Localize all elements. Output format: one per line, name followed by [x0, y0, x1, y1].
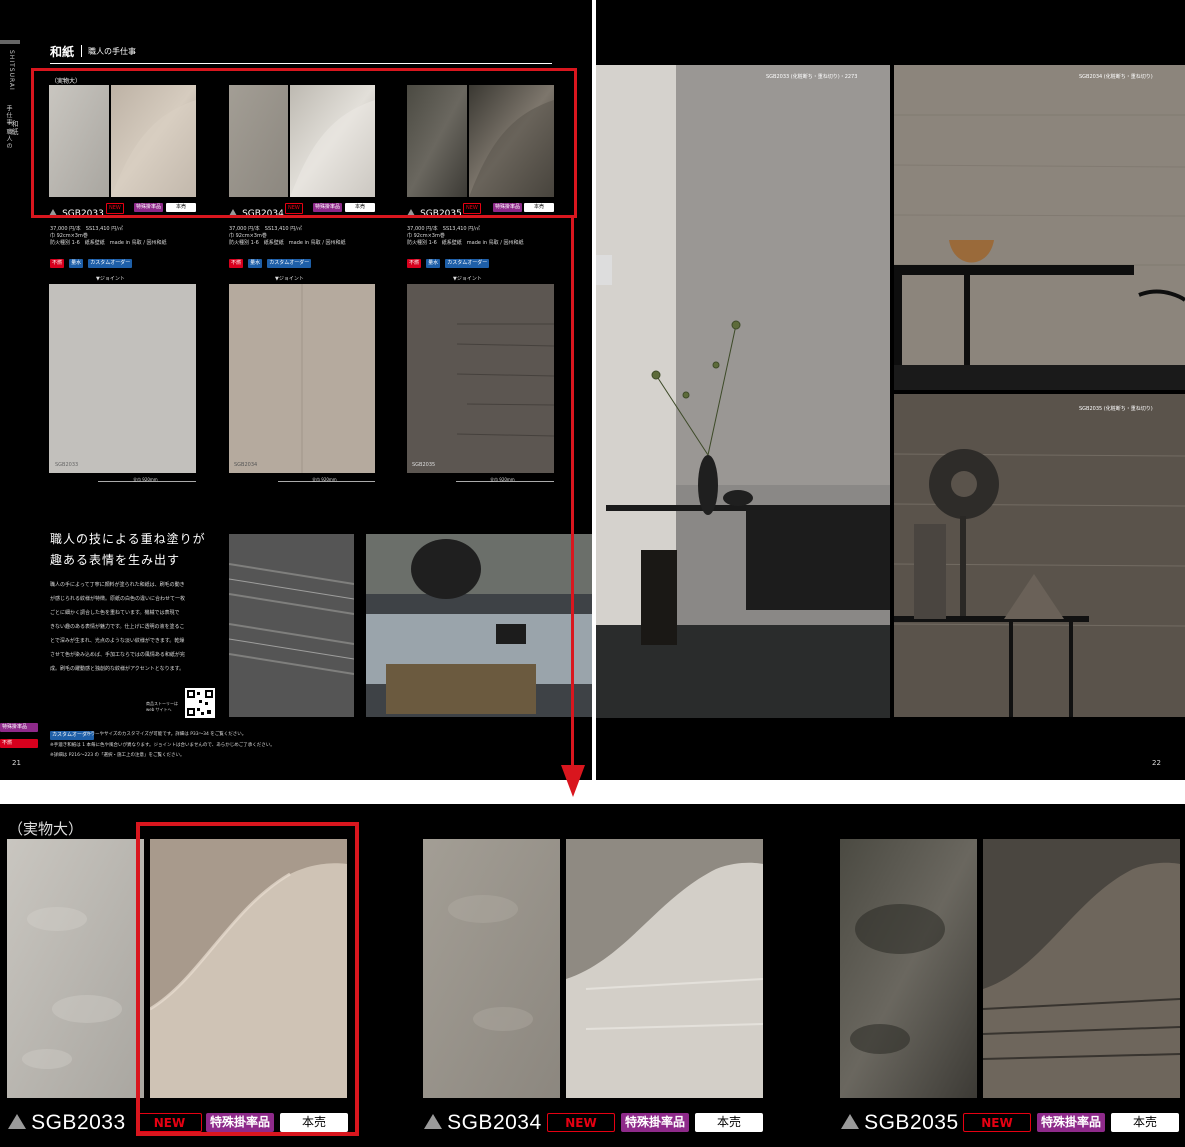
zoom-swatch-sgb2034-flat: [423, 839, 560, 1098]
tag-fire: 不燃: [50, 259, 65, 268]
zoom-product-label-sgb2035: SGB2035: [841, 1111, 959, 1135]
zoom-special-rate-badge: 特殊掛率品: [621, 1113, 689, 1132]
scale-label: 全巾 920mm: [312, 477, 337, 482]
header-divider: [81, 45, 82, 57]
zoomed-detail-panel: （実物大） SGB2033 NEW 特殊掛率品 本売 SGB2034 NEW 特…: [0, 804, 1185, 1147]
tag-custom: カスタムオーダー: [267, 259, 312, 268]
feature-headline-2: 趣ある表情を生み出す: [50, 553, 181, 567]
legend-special: 特殊掛率品: [0, 723, 38, 732]
zoom-swatch-sgb2034-curl: [566, 839, 763, 1098]
qr-caption: 商品ストーリーは web サイトへ: [146, 701, 178, 712]
side-tab-marker: [0, 40, 20, 44]
photo-brushed-paper-closeup: [229, 534, 354, 717]
triangle-icon: [424, 1114, 442, 1129]
joint-swatch-sgb2034: [229, 284, 375, 473]
zoom-honbai-badge: 本売: [695, 1113, 763, 1132]
qr-code-icon[interactable]: [185, 688, 215, 718]
footer-note-1: カラーやサイズのカスタマイズが可能です。詳細は P33～34 をご覧ください。: [86, 732, 247, 737]
triangle-icon: [841, 1114, 859, 1129]
spec-block-sgb2035: 37,000 円/本 SS13,410 円/㎡ 巾 92cm×3m巻 防火種別 …: [407, 226, 524, 268]
joint-swatch-sgb2033: [49, 284, 196, 473]
swatch-caption: SGB2033: [55, 462, 79, 468]
joint-label: ▼ジョイント: [96, 276, 125, 282]
header-rule: [50, 63, 552, 64]
joint-swatch-sgb2035: [407, 284, 554, 473]
triangle-icon: [8, 1114, 26, 1129]
photo-interior-sgb2035: [894, 394, 1185, 717]
page-number-left: 21: [12, 759, 21, 767]
footer-note-3: ※詳細は P216～223 の「選択・施工上の注意」をご覧ください。: [50, 753, 185, 758]
header-title: 和紙: [50, 45, 75, 59]
zoom-actual-size-label: （実物大）: [8, 820, 84, 838]
tag-water: 量水: [248, 259, 263, 268]
tag-water: 量水: [426, 259, 441, 268]
joint-label: ▼ジョイント: [453, 276, 482, 282]
zoom-product-label-sgb2034: SGB2034: [424, 1111, 542, 1135]
photo-interior-sgb2033: [596, 65, 890, 718]
legend-fire: 不燃: [0, 739, 38, 748]
zoom-swatch-sgb2035-flat: [840, 839, 977, 1098]
swatch-caption: SGB2034: [234, 462, 258, 468]
highlight-frame: [31, 68, 577, 218]
zoom-highlight-frame: [136, 822, 359, 1136]
callout-arrow-line: [571, 218, 574, 768]
tag-fire: 不燃: [229, 259, 244, 268]
spec-block-sgb2034: 37,000 円/本 SS13,410 円/㎡ 巾 92cm×3m巻 防火種別 …: [229, 226, 346, 268]
header-subtitle: 職人の手仕事: [88, 47, 136, 56]
spec-block-sgb2033: 37,000 円/本 SS13,410 円/㎡ 巾 92cm×3m巻 防火種別 …: [50, 226, 167, 268]
zoom-honbai-badge: 本売: [1111, 1113, 1179, 1132]
photo-interior-sgb2034: [894, 65, 1185, 390]
catalog-right-page: SGB2033 (化粧断ち・重ね切り)・2273 SGB2034 (化粧断ち・重…: [596, 0, 1185, 780]
scale-label: 全巾 920mm: [490, 477, 515, 482]
tag-custom: カスタムオーダー: [88, 259, 133, 268]
photo-craftsman-at-work: [366, 534, 592, 717]
tag-fire: 不燃: [407, 259, 422, 268]
zoom-swatch-sgb2033-flat: [7, 839, 144, 1098]
page-number-right: 22: [1152, 759, 1161, 767]
catalog-left-page: SHITSURAI 手仕事 職人の 和紙 和紙 職人の手仕事 （実物大） SGB…: [0, 0, 592, 780]
side-tab-category: 和紙: [11, 120, 19, 136]
zoom-product-label-sgb2033: SGB2033: [8, 1111, 126, 1135]
zoom-special-rate-badge: 特殊掛率品: [1037, 1113, 1105, 1132]
photo-caption-2: SGB2034 (化粧断ち・重ね切り): [1079, 74, 1153, 80]
feature-body: 職人の手によって丁寧に顔料が塗られた和紙は、刷毛の動き が感じられる紋様が特徴。…: [50, 582, 186, 672]
photo-caption-1: SGB2033 (化粧断ち・重ね切り)・2273: [766, 74, 858, 80]
footer-note-2: ※手漉き和紙は 1 本毎に色や風合いが異なります。ジョイントは合いませんので、あ…: [50, 743, 275, 748]
tag-water: 量水: [69, 259, 84, 268]
photo-caption-3: SGB2035 (化粧断ち・重ね切り): [1079, 406, 1153, 412]
tag-custom: カスタムオーダー: [445, 259, 490, 268]
zoom-swatch-sgb2035-curl: [983, 839, 1180, 1098]
side-tab-title: SHITSURAI: [8, 50, 15, 91]
zoom-new-badge: NEW: [547, 1113, 615, 1132]
joint-label: ▼ジョイント: [275, 276, 304, 282]
swatch-caption: SGB2035: [412, 462, 436, 468]
callout-arrowhead-icon: [561, 765, 585, 797]
zoom-new-badge: NEW: [963, 1113, 1031, 1132]
scale-label: 全巾 920mm: [133, 477, 158, 482]
feature-headline-1: 職人の技による重ね塗りが: [50, 532, 206, 546]
